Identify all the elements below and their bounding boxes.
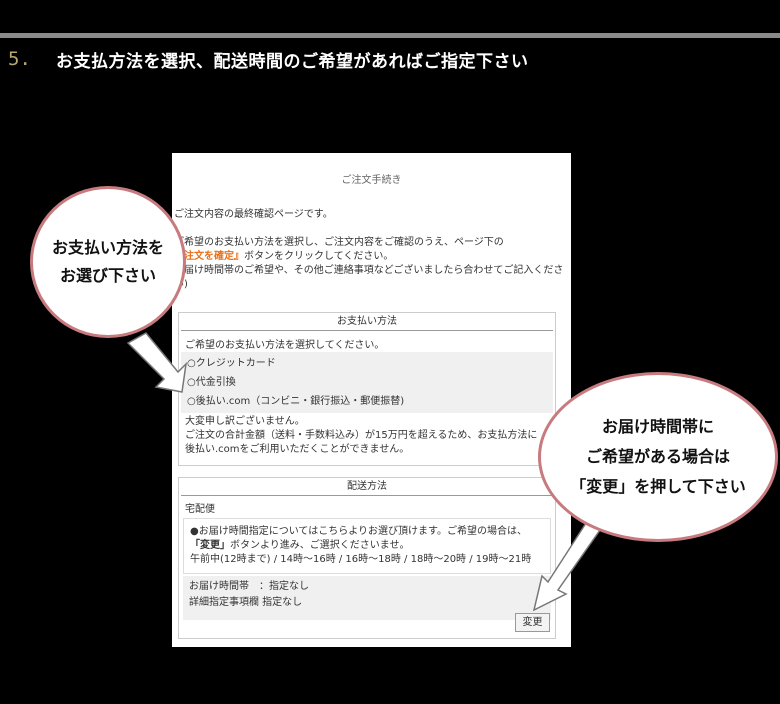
callout-delivery-time: お届け時間帯に ご希望がある場合は 「変更」を押して下さい bbox=[538, 372, 778, 542]
callout-payment: お支払い方法を お選び下さい bbox=[30, 186, 186, 338]
right-arrow bbox=[532, 518, 602, 612]
left-arrow bbox=[126, 332, 188, 393]
callout-arrows bbox=[126, 332, 602, 612]
